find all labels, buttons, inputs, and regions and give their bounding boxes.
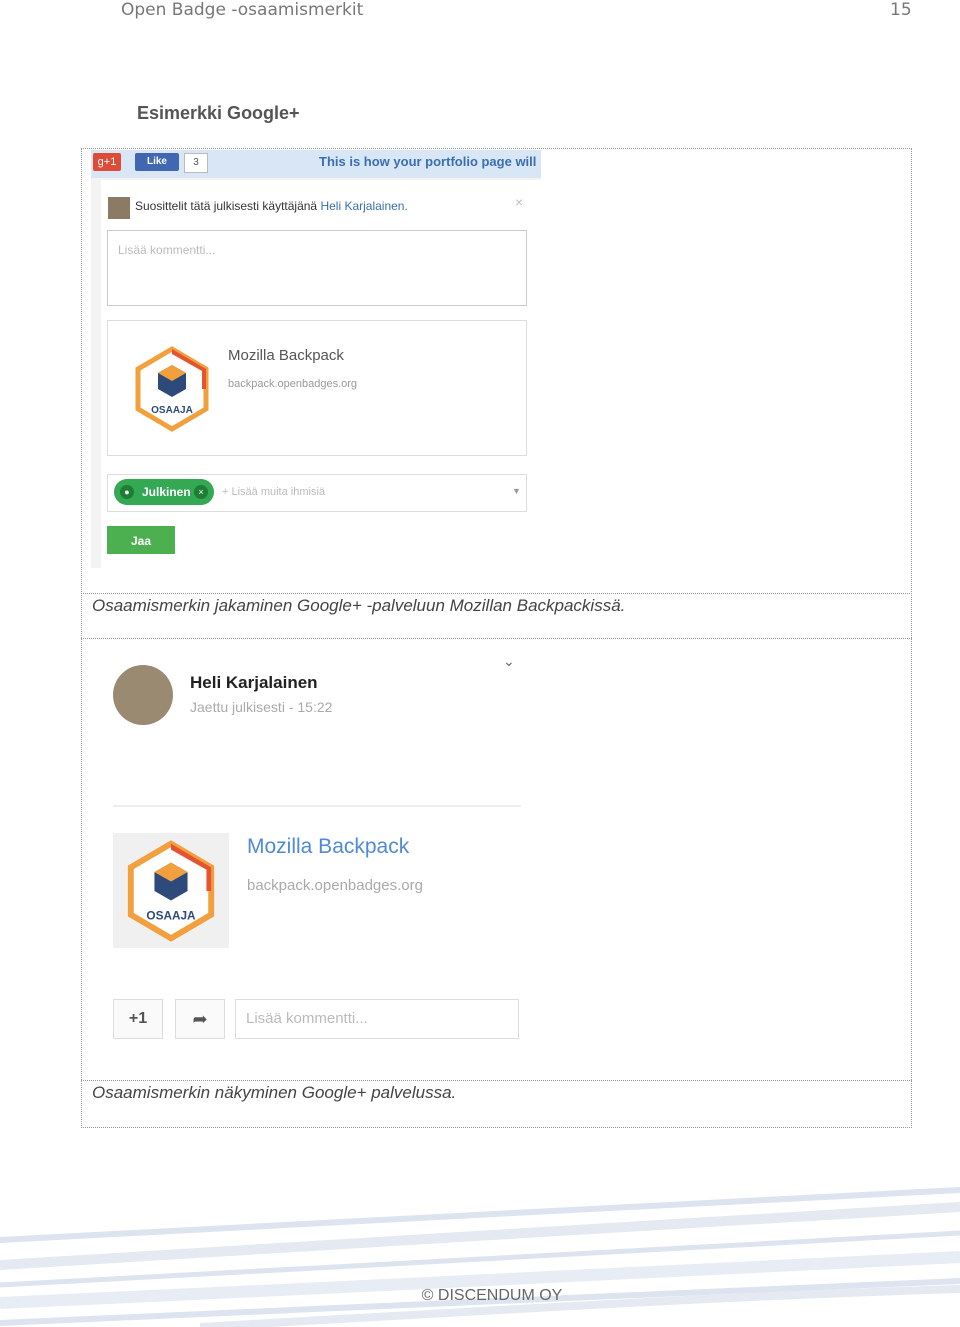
share-button[interactable]: Jaa [107, 526, 175, 554]
figure-caption: Osaamismerkin näkyminen Google+ palvelus… [92, 1083, 457, 1102]
audience-pill-public[interactable]: ● Julkinen × [114, 479, 214, 505]
audience-placeholder: + Lisää muita ihmisiä [222, 486, 326, 498]
globe-icon: ● [120, 485, 134, 499]
share-arrow-icon[interactable]: ➦ [175, 999, 225, 1039]
post-comment-placeholder: Lisää kommentti... [246, 1010, 368, 1027]
link-url: backpack.openbadges.org [228, 378, 358, 390]
audience-selector[interactable]: ● Julkinen × + Lisää muita ihmisiä ▼ [107, 474, 527, 512]
share-dialog: Suosittelit tätä julkisesti käyttäjänä H… [101, 180, 541, 568]
caret-down-icon[interactable]: ▼ [512, 486, 521, 496]
share-toolbar: g+1 Like 3 This is how your portfolio pa… [91, 150, 541, 178]
post-link-url: backpack.openbadges.org [247, 877, 423, 894]
recommend-notice: Suosittelit tätä julkisesti käyttäjänä H… [135, 199, 408, 213]
remove-audience-icon[interactable]: × [194, 485, 208, 499]
facebook-like-button[interactable]: Like [135, 153, 179, 171]
comment-input[interactable]: Lisää kommentti... [107, 230, 527, 306]
table-divider [81, 638, 912, 639]
link-preview-card[interactable]: OSAAJA Mozilla Backpack backpack.openbad… [107, 320, 527, 456]
osaaja-badge-icon: OSAAJA [135, 346, 209, 432]
table-divider [81, 1080, 912, 1081]
table-divider [81, 593, 912, 594]
comment-placeholder: Lisää kommentti... [118, 243, 216, 257]
page-number: 15 [890, 0, 912, 20]
footer-wave-decoration [0, 1187, 960, 1327]
portfolio-notice: This is how your portfolio page will [319, 154, 537, 169]
plus-one-button[interactable]: +1 [113, 999, 163, 1039]
post-link-title[interactable]: Mozilla Backpack [247, 835, 409, 859]
post-comment-input[interactable]: Lisää kommentti... [235, 999, 519, 1039]
section-title: Esimerkki Google+ [137, 103, 300, 123]
post-author[interactable]: Heli Karjalainen [190, 673, 318, 693]
post-divider [113, 805, 521, 807]
link-title: Mozilla Backpack [228, 347, 344, 364]
osaaja-badge-icon: OSAAJA [127, 840, 215, 942]
badge-text: OSAAJA [151, 405, 193, 416]
share-dialog-screenshot: g+1 Like 3 This is how your portfolio pa… [91, 150, 541, 568]
chevron-down-icon[interactable]: ⌄ [503, 653, 515, 670]
recommend-user-link[interactable]: Heli Karjalainen. [320, 199, 407, 213]
running-header: Open Badge -osaamismerkit [121, 0, 364, 20]
badge-text: OSAAJA [146, 908, 196, 922]
gplus-one-button[interactable]: g+1 [93, 153, 121, 171]
badge-thumbnail[interactable]: OSAAJA [113, 833, 229, 948]
user-avatar [108, 197, 130, 219]
close-icon[interactable]: × [515, 194, 523, 210]
footer-copyright: © DISCENDUM OY [421, 1287, 563, 1304]
audience-pill-label: Julkinen [142, 485, 191, 499]
author-avatar [113, 665, 173, 725]
like-count: 3 [184, 153, 208, 173]
figure-caption: Osaamismerkin jakaminen Google+ -palvelu… [92, 596, 626, 615]
recommend-text: Suosittelit tätä julkisesti käyttäjänä [135, 199, 318, 213]
post-meta: Jaettu julkisesti - 15:22 [190, 699, 333, 715]
post-screenshot: Heli Karjalainen Jaettu julkisesti - 15:… [95, 645, 545, 1065]
